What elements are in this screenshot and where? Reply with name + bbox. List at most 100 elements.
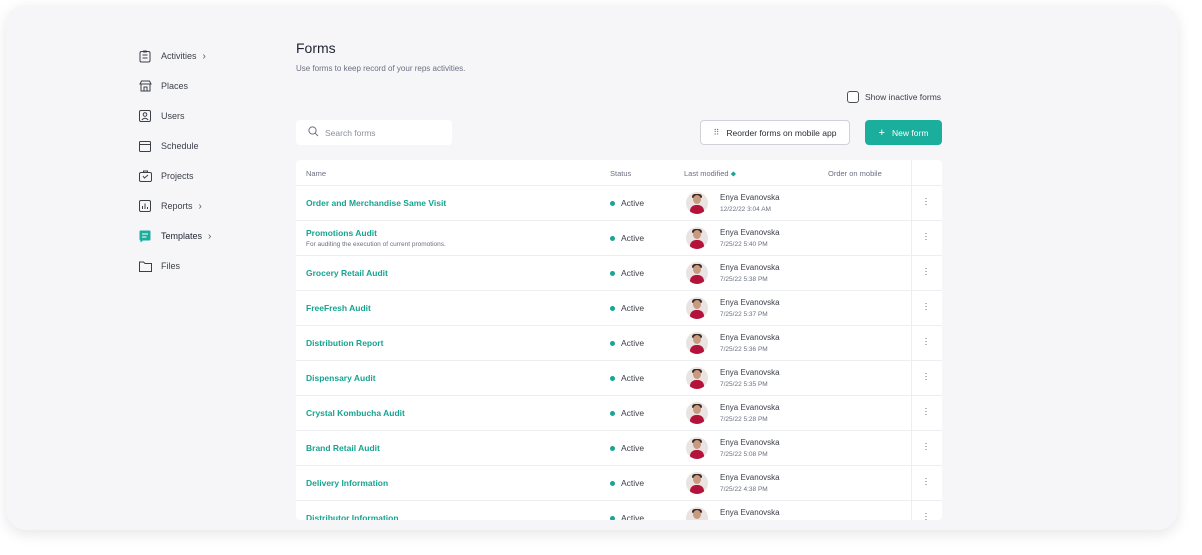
header-last-modified-label: Last modified (684, 169, 729, 178)
modified-by-user: Enya Evanovska (720, 368, 780, 377)
user-icon (138, 109, 152, 123)
status-label: Active (621, 233, 645, 243)
more-options-icon[interactable]: · · · (923, 299, 929, 314)
table-row[interactable]: Crystal Kombucha Audit Active Enya Evanovs… (296, 396, 942, 431)
more-options-icon[interactable]: · · · (923, 474, 929, 489)
form-name-link[interactable]: FreeFresh Audit (306, 303, 371, 313)
more-options-icon[interactable]: · · · (923, 194, 929, 209)
app-window: Activities › Places Users Schedule Proje… (6, 5, 1178, 530)
sidebar-item-label: Files (161, 261, 181, 271)
avatar (686, 402, 708, 424)
form-name-link[interactable]: Order and Merchandise Same Visit (306, 198, 446, 208)
table-row[interactable]: Delivery Information Active Enya Evanovska… (296, 466, 942, 501)
modified-by-user: Enya Evanovska (720, 193, 780, 202)
sidebar-item-files[interactable]: Files (138, 251, 268, 281)
table-row[interactable]: Promotions Audit For auditing the executi… (296, 221, 942, 256)
modified-date: 7/25/22 5:40 PM (720, 241, 768, 248)
table-row[interactable]: Distributor Information Active Enya Evanov… (296, 501, 942, 520)
form-name-link[interactable]: Distributor Information (306, 513, 399, 520)
search-input[interactable] (325, 127, 435, 138)
more-options-icon[interactable]: · · · (923, 509, 929, 521)
calendar-icon (138, 139, 152, 153)
status-label: Active (621, 198, 645, 208)
sidebar-item-users[interactable]: Users (138, 101, 268, 131)
modified-date: 7/25/22 5:28 PM (720, 416, 768, 423)
status-dot (610, 270, 615, 276)
avatar (686, 297, 708, 319)
form-name-link[interactable]: Distribution Report (306, 338, 383, 348)
modified-by-user: Enya Evanovska (720, 473, 780, 482)
header-order-on-mobile: Order on mobile (828, 169, 882, 178)
show-inactive-label: Show inactive forms (865, 92, 942, 102)
header-last-modified[interactable]: Last modified ⬥ (684, 169, 736, 179)
table-row[interactable]: Grocery Retail Audit Active Enya Evanovska… (296, 256, 942, 291)
modified-date: 7/25/22 5:36 PM (720, 346, 768, 353)
form-name-link[interactable]: Grocery Retail Audit (306, 268, 388, 278)
status-dot (610, 445, 615, 451)
sidebar-item-reports[interactable]: Reports › (138, 191, 268, 221)
modified-by-user: Enya Evanovska (720, 438, 780, 447)
status-label: Active (621, 513, 645, 520)
modified-by-user: Enya Evanovska (720, 333, 780, 342)
status-badge: Active (610, 408, 644, 418)
form-description: For auditing the execution of current pr… (306, 241, 446, 248)
new-form-button[interactable]: + New form (865, 120, 942, 145)
plus-icon: + (878, 126, 886, 139)
modified-by-user: Enya Evanovska (720, 508, 780, 517)
sidebar-item-activities[interactable]: Activities › (138, 41, 268, 71)
status-badge: Active (610, 338, 644, 348)
status-label: Active (621, 303, 645, 313)
avatar (686, 472, 708, 494)
status-badge: Active (610, 513, 644, 520)
modified-by-user: Enya Evanovska (720, 228, 780, 237)
more-options-icon[interactable]: · · · (923, 369, 929, 384)
status-badge: Active (610, 198, 644, 208)
table-row[interactable]: Order and Merchandise Same Visit Active En… (296, 186, 942, 221)
more-options-icon[interactable]: · · · (923, 404, 929, 419)
modified-date: 7/25/22 4:38 PM (720, 486, 768, 493)
reorder-label: Reorder forms on mobile app (726, 127, 837, 138)
status-label: Active (621, 373, 645, 383)
status-badge: Active (610, 233, 644, 243)
status-dot (610, 410, 615, 416)
form-name-link[interactable]: Delivery Information (306, 478, 388, 488)
chevron-right-icon: › (208, 230, 212, 242)
more-options-icon[interactable]: · · · (923, 264, 929, 279)
sidebar-item-label: Templates (161, 231, 203, 241)
chevron-right-icon: › (198, 200, 202, 212)
sidebar-item-schedule[interactable]: Schedule (138, 131, 268, 161)
activities-icon (138, 49, 152, 63)
header-status[interactable]: Status (610, 169, 631, 178)
modified-by-user: Enya Evanovska (720, 298, 780, 307)
sidebar-item-templates[interactable]: Templates › (138, 221, 268, 251)
more-options-icon[interactable]: · · · (923, 229, 929, 244)
show-inactive-toggle[interactable]: Show inactive forms (847, 91, 941, 103)
table-row[interactable]: Brand Retail Audit Active Enya Evanovska 7/… (296, 431, 942, 466)
status-dot (610, 375, 615, 381)
more-options-icon[interactable]: · · · (923, 334, 929, 349)
form-name-link[interactable]: Promotions Audit (306, 228, 377, 238)
form-name-link[interactable]: Dispensary Audit (306, 373, 376, 383)
status-badge: Active (610, 478, 644, 488)
page-title: Forms (296, 40, 336, 56)
more-options-icon[interactable]: · · · (923, 439, 929, 454)
new-form-label: New form (892, 127, 929, 138)
header-name[interactable]: Name (306, 169, 326, 178)
show-inactive-checkbox[interactable] (847, 91, 859, 103)
table-row[interactable]: Dispensary Audit Active Enya Evanovska 7/25… (296, 361, 942, 396)
status-dot (610, 200, 615, 206)
form-name-link[interactable]: Crystal Kombucha Audit (306, 408, 405, 418)
modified-date: 7/25/22 5:35 PM (720, 381, 768, 388)
table-row[interactable]: FreeFresh Audit Active Enya Evanovska 7/25/… (296, 291, 942, 326)
modified-by-user: Enya Evanovska (720, 403, 780, 412)
status-dot (610, 305, 615, 311)
table-row[interactable]: Distribution Report Active Enya Evanovska 7… (296, 326, 942, 361)
status-label: Active (621, 478, 645, 488)
avatar (686, 437, 708, 459)
sidebar-item-projects[interactable]: Projects (138, 161, 268, 191)
reorder-forms-button[interactable]: ⠿ Reorder forms on mobile app (700, 120, 850, 145)
form-name-link[interactable]: Brand Retail Audit (306, 443, 380, 453)
modified-date: 7/25/22 5:38 PM (720, 276, 768, 283)
sidebar-item-places[interactable]: Places (138, 71, 268, 101)
search-box[interactable] (296, 120, 452, 145)
